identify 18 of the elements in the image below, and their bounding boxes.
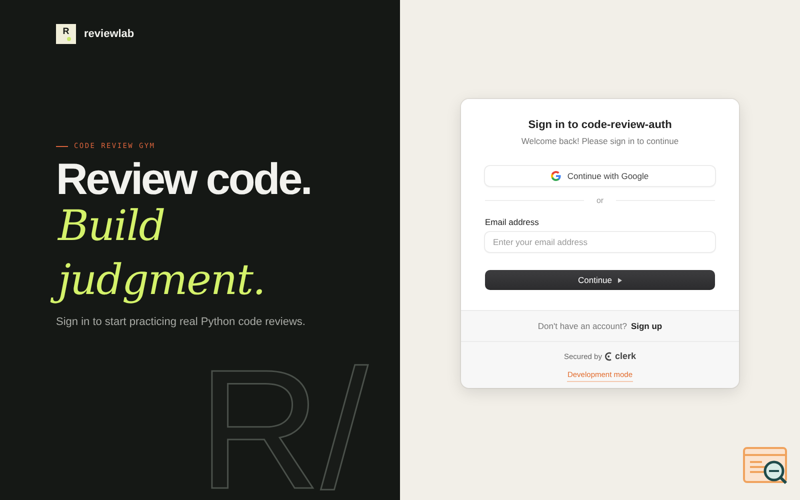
divider-label: or xyxy=(596,196,604,205)
google-icon xyxy=(551,171,562,181)
card-title: Sign in to code-review-auth xyxy=(527,119,673,131)
subtitle: Sign in to start practicing real Python code reviews. xyxy=(56,316,306,328)
provider-logo-icon xyxy=(604,352,612,360)
card-subtitle: Welcome back! Please sign in to continue xyxy=(520,136,680,146)
brand-name: reviewlab xyxy=(84,28,134,40)
backdrop-lettering: R/ xyxy=(198,345,368,500)
signup-prompt: Don't have an account? xyxy=(538,321,627,331)
google-button[interactable]: Continue with Google xyxy=(485,166,715,186)
email-field[interactable]: Enter your email address xyxy=(485,232,715,252)
accent-headline: judgment. xyxy=(46,252,273,312)
signup-link[interactable]: Sign up xyxy=(630,321,662,331)
field-label: Email address xyxy=(485,217,540,227)
logo-mark: R xyxy=(56,24,76,44)
provider-name: clerk xyxy=(614,351,636,361)
caret-icon xyxy=(618,278,622,282)
continue-button[interactable]: Continue xyxy=(485,270,715,290)
